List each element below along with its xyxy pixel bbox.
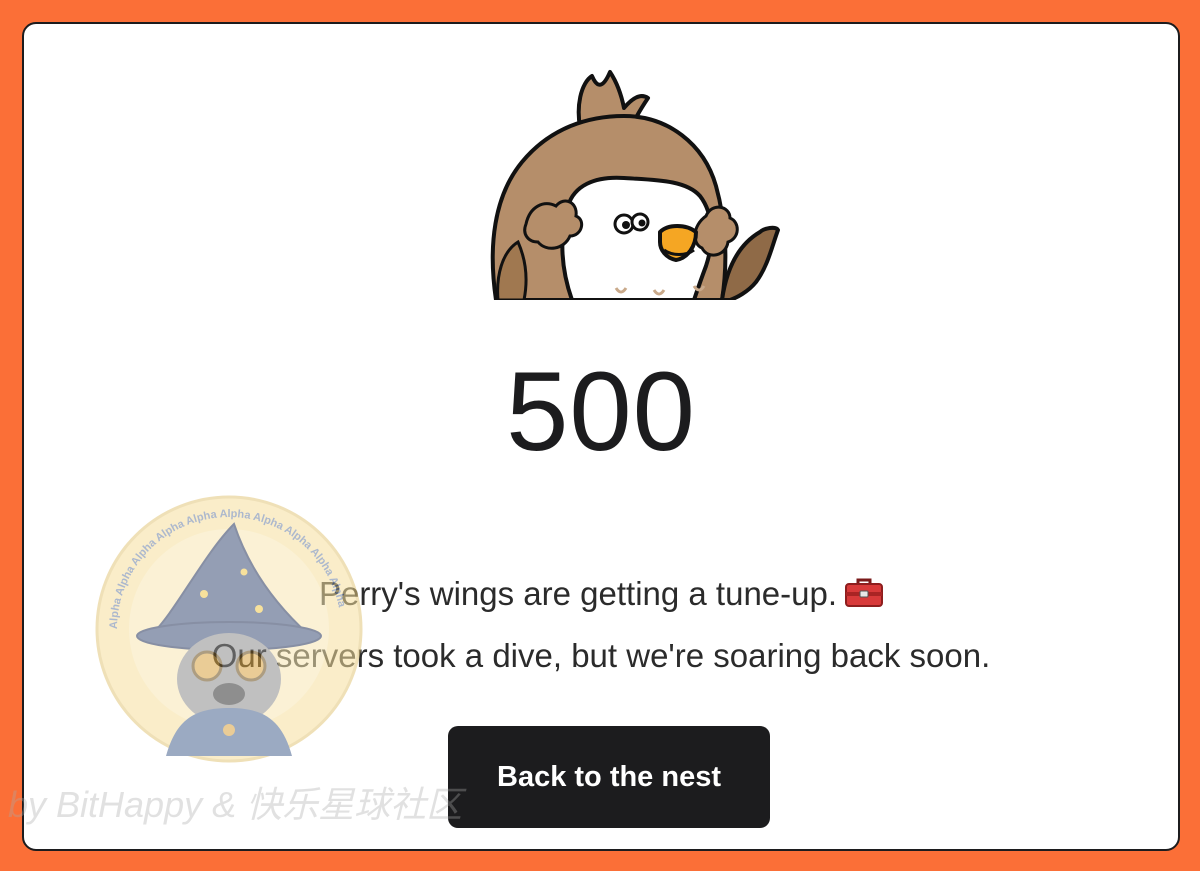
- error-card: 500 Perry's wings are getting a tune-up.…: [22, 22, 1180, 851]
- error-message-line-1: Perry's wings are getting a tune-up.: [24, 574, 1178, 617]
- error-message-line-2: Our servers took a dive, but we're soari…: [211, 637, 991, 674]
- error-status-code: 500: [506, 349, 696, 474]
- mascot-bird-illustration: [464, 46, 784, 300]
- error-message-text: Perry's wings are getting a tune-up.: [318, 575, 838, 612]
- back-to-nest-button[interactable]: Back to the nest: [448, 726, 770, 828]
- toolbox-icon: [845, 577, 884, 617]
